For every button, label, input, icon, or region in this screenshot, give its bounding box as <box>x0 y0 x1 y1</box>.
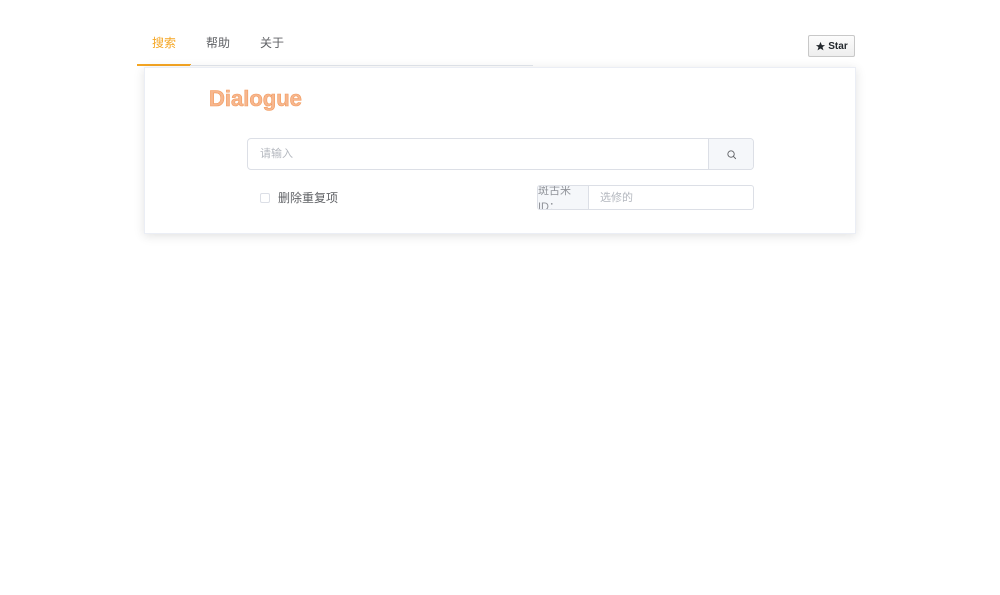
dedupe-checkbox[interactable] <box>260 192 270 203</box>
id-filter-group: 斑古米ID： <box>537 185 754 210</box>
tab-search[interactable]: 搜索 <box>137 28 191 66</box>
tabs-divider <box>190 65 533 66</box>
id-filter-input[interactable] <box>589 186 753 209</box>
id-filter-prefix: 斑古米ID： <box>538 186 589 209</box>
search-card: Dialogue 删除重复项 斑古米ID： <box>144 67 856 234</box>
nav-tabs: 搜索 帮助 关于 <box>137 28 299 66</box>
app-logo: Dialogue <box>209 86 303 112</box>
star-button-label: Star <box>828 40 848 52</box>
dedupe-label: 删除重复项 <box>278 191 339 205</box>
dedupe-checkbox-group[interactable]: 删除重复项 <box>260 189 338 206</box>
search-box <box>247 138 754 170</box>
tab-help[interactable]: 帮助 <box>191 28 245 66</box>
search-icon <box>726 149 736 159</box>
star-icon <box>816 41 826 50</box>
search-input[interactable] <box>248 139 708 169</box>
tab-about[interactable]: 关于 <box>245 28 299 66</box>
star-button[interactable]: Star <box>808 35 855 57</box>
search-button[interactable] <box>708 139 753 169</box>
